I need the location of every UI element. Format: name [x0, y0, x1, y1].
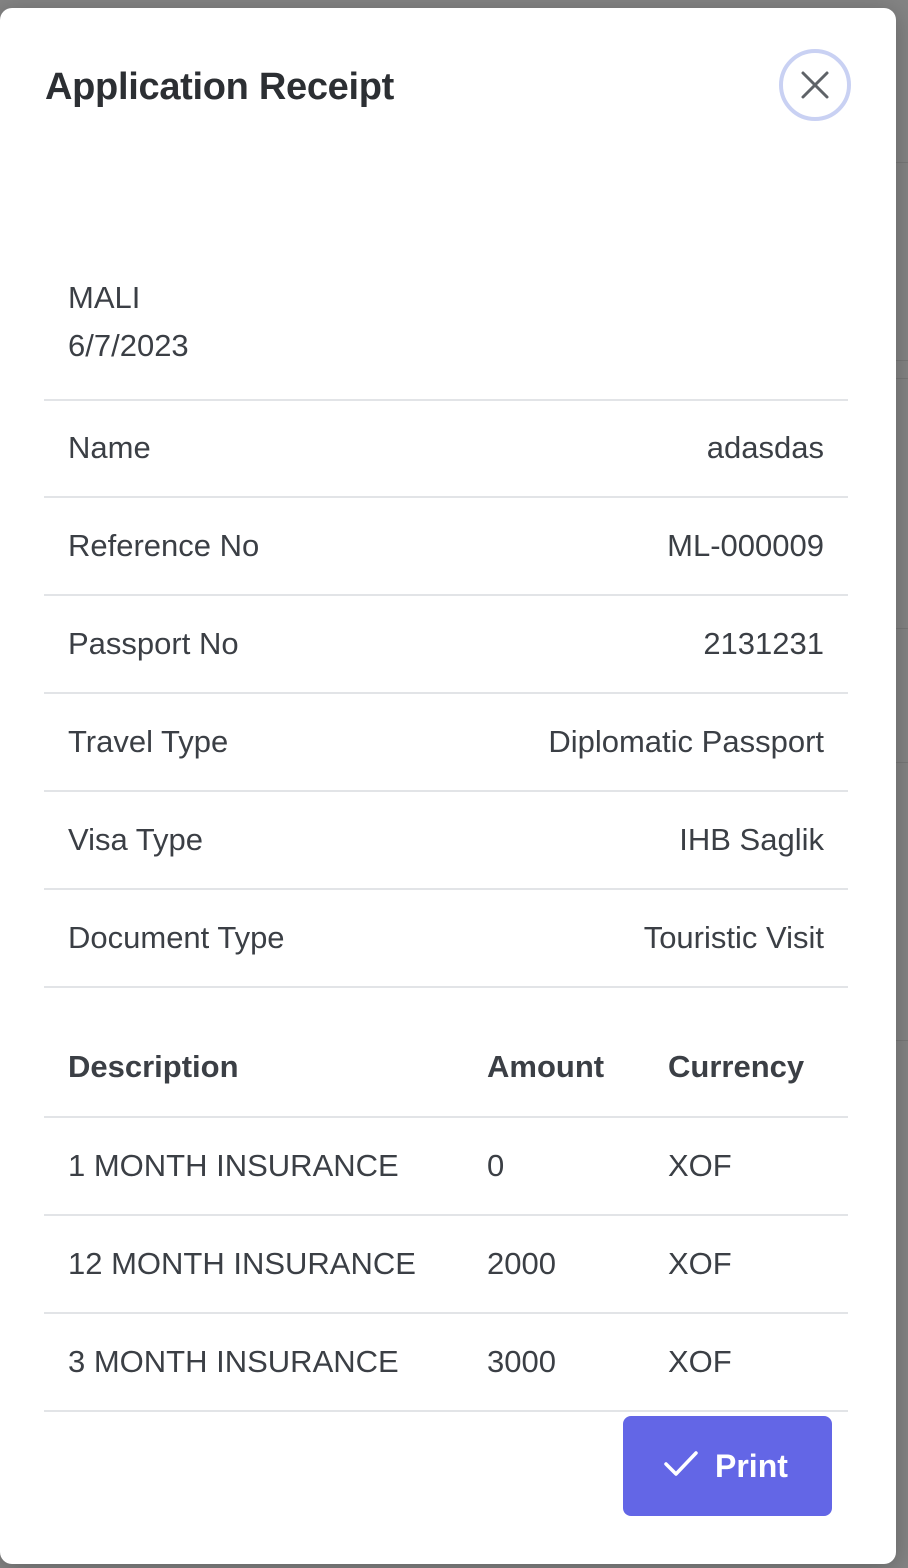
receipt-date: 6/7/2023 [68, 328, 189, 363]
table-row: 3 MONTH INSURANCE 3000 XOF [44, 1314, 848, 1412]
cell-currency: XOF [668, 1344, 732, 1379]
info-row-travel-type: Travel Type Diplomatic Passport [44, 694, 848, 792]
close-icon [801, 71, 829, 99]
cell-description: 1 MONTH INSURANCE [68, 1148, 399, 1183]
info-row-reference-no: Reference No ML-000009 [44, 498, 848, 596]
column-header-description: Description [68, 1049, 239, 1084]
check-icon [664, 1451, 698, 1476]
info-label: Document Type [68, 920, 285, 955]
cell-amount: 0 [487, 1148, 505, 1183]
info-value: IHB Saglik [679, 822, 824, 857]
table-row: 1 MONTH INSURANCE 0 XOF [44, 1118, 848, 1216]
info-value: 2131231 [703, 626, 824, 661]
info-label: Visa Type [68, 822, 204, 857]
column-header-currency: Currency [668, 1049, 805, 1084]
info-row-name: Name adasdas [44, 400, 848, 498]
fees-table-header: Description Amount Currency [44, 1020, 848, 1118]
info-label: Reference No [68, 528, 260, 563]
info-row-visa-type: Visa Type IHB Saglik [44, 792, 848, 890]
receipt-country: MALI [68, 280, 141, 315]
print-button[interactable]: Print [623, 1416, 832, 1516]
cell-amount: 3000 [487, 1344, 556, 1379]
cell-description: 12 MONTH INSURANCE [68, 1246, 416, 1281]
close-button[interactable] [779, 49, 851, 121]
info-value: ML-000009 [667, 528, 824, 563]
modal-title: Application Receipt [45, 66, 395, 108]
application-receipt-modal: Application Receipt MALI 6/7/2023 Name a… [0, 8, 896, 1564]
info-value: Diplomatic Passport [548, 724, 824, 759]
cell-currency: XOF [668, 1246, 732, 1281]
info-row-document-type: Document Type Touristic Visit [44, 890, 848, 988]
info-row-passport-no: Passport No 2131231 [44, 596, 848, 694]
cell-amount: 2000 [487, 1246, 556, 1281]
info-value: Touristic Visit [643, 920, 824, 955]
print-button-label: Print [715, 1448, 788, 1484]
column-header-amount: Amount [487, 1049, 605, 1084]
info-label: Passport No [68, 626, 239, 661]
receipt-header: MALI 6/7/2023 [44, 280, 848, 401]
cell-currency: XOF [668, 1148, 732, 1183]
info-label: Name [68, 430, 151, 465]
table-row: 12 MONTH INSURANCE 2000 XOF [44, 1216, 848, 1314]
cell-description: 3 MONTH INSURANCE [68, 1344, 399, 1379]
info-value: adasdas [706, 430, 824, 465]
info-label: Travel Type [68, 724, 229, 759]
